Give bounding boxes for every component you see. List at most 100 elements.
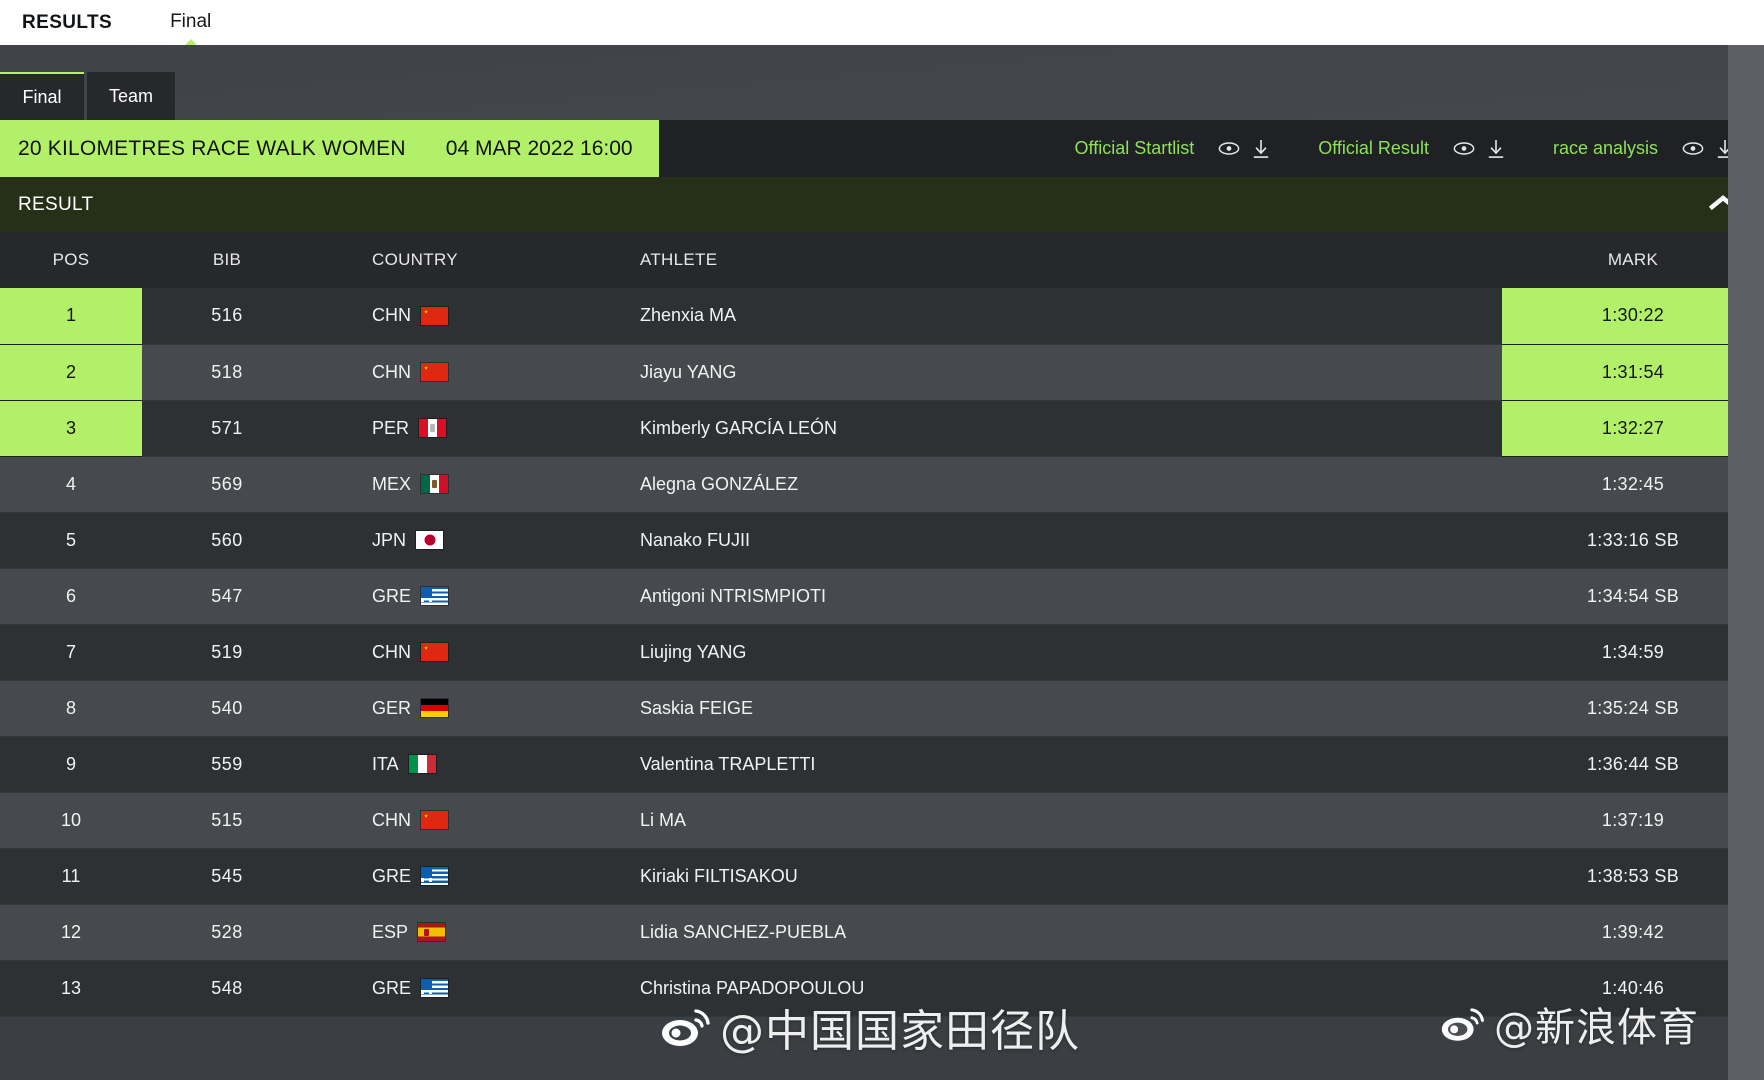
cell-athlete[interactable]: Saskia FEIGE	[587, 680, 1502, 737]
result-section-label: RESULT	[18, 193, 94, 215]
table-row[interactable]: 4 569 MEX Alegna GONZÁLEZ 1:32:45	[0, 456, 1764, 513]
cell-mark: 1:35:24 SB	[1502, 680, 1764, 737]
official-startlist-link[interactable]: Official Startlist	[1075, 138, 1273, 160]
official-result-label: Official Result	[1318, 138, 1429, 158]
results-table: POS BIB COUNTRY ATHLETE MARK 1 516 CHN Zhen…	[0, 232, 1764, 1017]
cell-position: 9	[0, 736, 142, 793]
table-row[interactable]: 5 560 JPN Nanako FUJII 1:33:16 SB	[0, 512, 1764, 569]
table-row[interactable]: 2 518 CHN Jiayu YANG 1:31:54	[0, 344, 1764, 401]
cell-athlete[interactable]: Nanako FUJII	[587, 512, 1502, 569]
flag-icon-esp	[418, 923, 446, 941]
race-analysis-link[interactable]: race analysis	[1553, 138, 1736, 160]
cell-athlete[interactable]: Kimberly GARCÍA LEÓN	[587, 400, 1502, 457]
table-row[interactable]: 3 571 PER Kimberly GARCÍA LEÓN 1:32:27	[0, 400, 1764, 457]
cell-position: 12	[0, 904, 142, 961]
country-badge: CHN	[372, 642, 448, 663]
cell-athlete[interactable]: Zhenxia MA	[587, 288, 1502, 345]
result-section-header[interactable]: RESULT	[0, 177, 1764, 232]
table-row[interactable]: 12 528 ESP Lidia SANCHEZ-PUEBLA 1:39:42	[0, 904, 1764, 961]
event-header-row: 20 KILOMETRES RACE WALK WOMEN 04 MAR 202…	[0, 120, 1764, 177]
top-header-bar: RESULTS Final	[0, 0, 1764, 48]
table-row[interactable]: 6 547 GRE Antigoni NTRISMPIOTI 1:34:54 SB	[0, 568, 1764, 625]
column-header-bib[interactable]: BIB	[142, 232, 312, 288]
cell-mark: 1:37:19	[1502, 792, 1764, 849]
eye-icon[interactable]	[1453, 138, 1475, 160]
cell-mark: 1:34:54 SB	[1502, 568, 1764, 625]
table-row[interactable]: 1 516 CHN Zhenxia MA 1:30:22	[0, 288, 1764, 345]
breadcrumb-tab-final[interactable]: Final	[170, 11, 211, 48]
column-header-mark[interactable]: MARK	[1502, 232, 1764, 288]
cell-country: PER	[312, 400, 587, 457]
cell-position: 7	[0, 624, 142, 681]
cell-mark: 1:39:42	[1502, 904, 1764, 961]
country-code: MEX	[372, 473, 412, 494]
flag-icon-ita	[408, 755, 436, 773]
column-header-athlete[interactable]: ATHLETE	[587, 232, 1502, 288]
eye-icon[interactable]	[1682, 138, 1704, 160]
official-startlist-label: Official Startlist	[1074, 138, 1195, 158]
results-table-container[interactable]: POS BIB COUNTRY ATHLETE MARK 1 516 CHN Zhen…	[0, 232, 1764, 1080]
column-header-country[interactable]: COUNTRY	[312, 232, 587, 288]
cell-athlete[interactable]: Kiriaki FILTISAKOU	[587, 848, 1502, 905]
table-row[interactable]: 7 519 CHN Liujing YANG 1:34:59	[0, 624, 1764, 681]
table-header-row: POS BIB COUNTRY ATHLETE MARK	[0, 232, 1764, 288]
table-row[interactable]: 11 545 GRE Kiriaki FILTISAKOU 1:38:53 SB	[0, 848, 1764, 905]
cell-athlete[interactable]: Liujing YANG	[587, 624, 1502, 681]
tab-final[interactable]: Final	[0, 72, 84, 120]
table-row[interactable]: 13 548 GRE Christina PAPADOPOULOU 1:40:46	[0, 960, 1764, 1017]
country-badge: ITA	[372, 754, 436, 775]
cell-athlete[interactable]: Li MA	[587, 792, 1502, 849]
official-result-link[interactable]: Official Result	[1318, 138, 1507, 160]
cell-position: 10	[0, 792, 142, 849]
cell-mark: 1:33:16 SB	[1502, 512, 1764, 569]
results-table-body: 1 516 CHN Zhenxia MA 1:30:22 2 518 CHN Jiayu YAN…	[0, 288, 1764, 1017]
cell-bib: 540	[142, 680, 312, 737]
cell-position: 11	[0, 848, 142, 905]
country-code: CHN	[372, 305, 411, 326]
eye-icon[interactable]	[1218, 138, 1240, 160]
event-name: 20 KILOMETRES RACE WALK WOMEN	[18, 136, 406, 160]
country-badge: MEX	[372, 473, 449, 495]
cell-athlete[interactable]: Jiayu YANG	[587, 344, 1502, 401]
cell-mark: 1:36:44 SB	[1502, 736, 1764, 793]
event-title-block: 20 KILOMETRES RACE WALK WOMEN 04 MAR 202…	[0, 120, 659, 177]
download-icon[interactable]	[1250, 138, 1272, 160]
cell-mark: 1:30:22	[1502, 288, 1764, 345]
flag-icon-chn	[421, 363, 448, 381]
country-code: CHN	[372, 809, 411, 830]
country-code: ITA	[372, 753, 399, 774]
table-row[interactable]: 8 540 GER Saskia FEIGE 1:35:24 SB	[0, 680, 1764, 737]
cell-athlete[interactable]: Christina PAPADOPOULOU	[587, 960, 1502, 1017]
scroll-gutter[interactable]	[1728, 45, 1764, 1080]
country-badge: GRE	[372, 978, 449, 999]
cell-athlete[interactable]: Lidia SANCHEZ-PUEBLA	[587, 904, 1502, 961]
table-row[interactable]: 10 515 CHN Li MA 1:37:19	[0, 792, 1764, 849]
country-code: PER	[372, 417, 410, 438]
country-code: GRE	[372, 865, 412, 886]
cell-bib: 519	[142, 624, 312, 681]
cell-athlete[interactable]: Valentina TRAPLETTI	[587, 736, 1502, 793]
country-badge: ESP	[372, 922, 446, 943]
cell-position: 3	[0, 400, 142, 457]
tab-team[interactable]: Team	[87, 72, 176, 120]
cell-mark: 1:38:53 SB	[1502, 848, 1764, 905]
cell-mark: 1:32:27	[1502, 400, 1764, 457]
cell-bib: 545	[142, 848, 312, 905]
cell-country: CHN	[312, 344, 587, 401]
country-code: GRE	[372, 585, 412, 606]
table-row[interactable]: 9 559 ITA Valentina TRAPLETTI 1:36:44 SB	[0, 736, 1764, 793]
country-badge: CHN	[372, 362, 448, 383]
country-badge: CHN	[372, 305, 448, 326]
country-badge: JPN	[372, 529, 444, 551]
cell-bib: 518	[142, 344, 312, 401]
country-badge: GRE	[372, 865, 449, 887]
tab-final-label: Final	[22, 86, 62, 107]
flag-icon-chn	[421, 811, 448, 829]
download-icon[interactable]	[1485, 138, 1507, 160]
cell-athlete[interactable]: Antigoni NTRISMPIOTI	[587, 568, 1502, 625]
cell-athlete[interactable]: Alegna GONZÁLEZ	[587, 456, 1502, 513]
race-analysis-label: race analysis	[1552, 138, 1658, 158]
country-badge: GRE	[372, 585, 449, 607]
country-code: JPN	[372, 529, 407, 550]
column-header-pos[interactable]: POS	[0, 232, 142, 288]
